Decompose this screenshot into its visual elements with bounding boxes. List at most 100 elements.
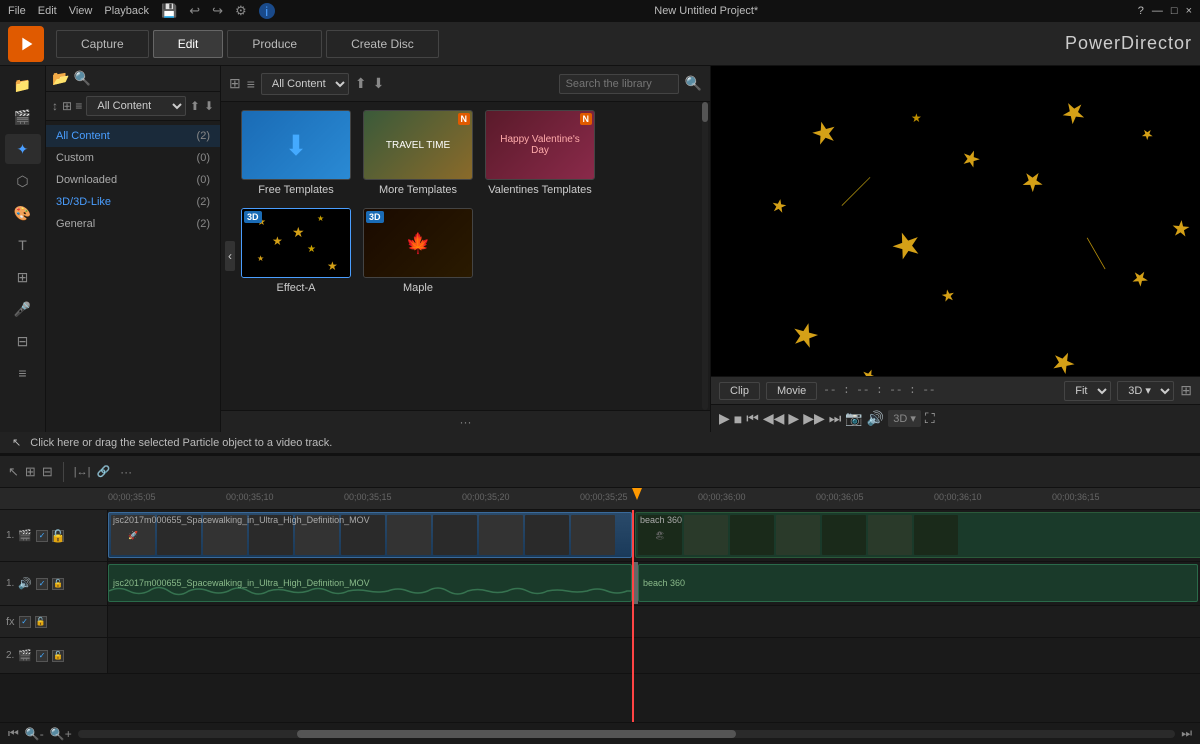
tl-ripple-btn[interactable]: ⊞ (25, 464, 36, 480)
play2-btn[interactable]: ▶ (788, 410, 799, 427)
cat-3d[interactable]: 3D/3D-Like (2) (46, 191, 220, 213)
transport-controls: ▶ ■ ⏮ ◀◀ ▶ ▶▶ ⏭ 📷 🔊 3D ▾ ⛶ (711, 404, 1200, 432)
template-valentines[interactable]: Happy Valentine's Day N Valentines Templ… (485, 110, 595, 196)
fit-dropdown[interactable]: Fit (1064, 381, 1111, 401)
scroll-left-btn[interactable]: ‹ (225, 241, 235, 271)
media-import-icon[interactable]: 📂 (52, 70, 69, 87)
fx-icon[interactable]: ✦ (5, 134, 41, 164)
stop-btn[interactable]: ■ (734, 411, 742, 427)
subtitle-icon[interactable]: ≡ (5, 358, 41, 388)
help-btn[interactable]: ? (1138, 5, 1144, 17)
3d-dropdown[interactable]: 3D ▾ (1117, 381, 1174, 401)
ff-btn[interactable]: ▶▶ (803, 410, 825, 427)
vol-btn[interactable]: 🔊 (867, 410, 884, 427)
tl-snap-btn[interactable]: |↔| (74, 466, 91, 478)
text-icon[interactable]: T (5, 230, 41, 260)
vertical-scrollbar[interactable] (702, 102, 708, 410)
transport-3d[interactable]: 3D ▾ (888, 410, 921, 427)
minimize-btn[interactable]: — (1152, 5, 1163, 17)
tl-home-btn[interactable]: ⏮ (8, 726, 19, 741)
maximize-btn[interactable]: □ (1171, 5, 1178, 17)
tl-end-btn[interactable]: ⏭ (1181, 726, 1192, 741)
fx-visibility[interactable]: ✓ (19, 616, 31, 628)
template-effect-a[interactable]: ★ ★ ★ ★ ★ ★ ★ 3D Effect-A (241, 208, 351, 294)
track-1-visibility[interactable]: ✓ (36, 530, 48, 542)
tl-zoom-in-btn[interactable]: 🔍+ (50, 727, 72, 741)
media-search-icon[interactable]: 🔍 (73, 70, 90, 87)
cat-general[interactable]: General (2) (46, 213, 220, 235)
import-btn[interactable]: ⬆ (190, 99, 200, 113)
track-2-lock[interactable]: 🔓 (52, 650, 64, 662)
clip-mode-btn[interactable]: Clip (719, 382, 760, 400)
settings-icon[interactable]: ⚙ (235, 3, 247, 19)
video-clip-1[interactable]: 🚀 jsc2017m000655_Spacewalking_in_Ul (108, 512, 632, 558)
rewind-btn[interactable]: ◀◀ (763, 410, 785, 427)
create-disc-button[interactable]: Create Disc (326, 30, 439, 58)
media-icon[interactable]: 🎬 (5, 102, 41, 132)
movie-mode-btn[interactable]: Movie (766, 382, 817, 400)
menu-edit[interactable]: Edit (38, 5, 57, 17)
cat-downloaded[interactable]: Downloaded (0) (46, 169, 220, 191)
filter-icon[interactable]: 🎨 (5, 198, 41, 228)
save-icon[interactable]: 💾 (161, 3, 177, 19)
timeline-more[interactable]: ··· (120, 465, 132, 479)
close-btn[interactable]: × (1186, 5, 1192, 17)
redo-icon[interactable]: ↪ (212, 3, 223, 19)
timeline-scrollbar-thumb[interactable] (297, 730, 736, 738)
pip-icon[interactable]: ⊞ (5, 262, 41, 292)
template-maple[interactable]: 🍁 3D Maple (363, 208, 473, 294)
audio-clip-1[interactable]: jsc2017m000655_Spacewalking_in_Ultra_Hig… (108, 564, 632, 602)
cat-custom[interactable]: Custom (0) (46, 147, 220, 169)
snapshot-btn[interactable]: 📷 (845, 410, 862, 427)
menu-view[interactable]: View (69, 5, 93, 17)
tl-cursor-btn[interactable]: ↖ (8, 464, 19, 480)
export-btn[interactable]: ⬇ (204, 99, 214, 113)
export-icon[interactable]: ⬆ (355, 75, 367, 92)
audio-1-lock[interactable]: 🔓 (52, 578, 64, 590)
fx-lock[interactable]: 🔓 (35, 616, 47, 628)
transition-icon[interactable]: ⬡ (5, 166, 41, 196)
scroll-down-indicator[interactable]: ··· (460, 415, 472, 429)
next-frame-btn[interactable]: ⏭ (829, 410, 842, 427)
star-7: ★ (1125, 263, 1155, 294)
track-1-lock[interactable]: 🔓 (52, 530, 64, 542)
tl-zoom-out-btn[interactable]: 🔍- (25, 727, 44, 741)
list-view-icon[interactable]: ≡ (247, 76, 255, 92)
cat-all-content[interactable]: All Content (2) (46, 125, 220, 147)
produce-button[interactable]: Produce (227, 30, 322, 58)
content-filter[interactable]: All Content (86, 96, 185, 116)
menu-playback[interactable]: Playback (104, 5, 149, 17)
audio-1-visibility[interactable]: ✓ (36, 578, 48, 590)
preview-extra-icon[interactable]: ⊞ (1180, 382, 1192, 399)
menu-file[interactable]: File (8, 5, 26, 17)
audio-clip-2[interactable]: beach 360 (638, 564, 1198, 602)
search-input[interactable] (559, 74, 679, 94)
ruler-2: 00;00;35;15 (344, 492, 392, 502)
template-free[interactable]: ⬇ Free Templates (241, 110, 351, 196)
video-clip-2[interactable]: 🏖 beach 360 (635, 512, 1200, 558)
track-2-visibility[interactable]: ✓ (36, 650, 48, 662)
audio-icon[interactable]: 🎤 (5, 294, 41, 324)
timeline-scrollbar[interactable] (78, 730, 1175, 738)
filter-icons[interactable]: ⊞ ≡ (62, 99, 82, 113)
track-1-header: 1. 🎬 ✓ 🔓 (0, 510, 108, 561)
scrollbar-thumb[interactable] (702, 102, 708, 122)
prev-frame-btn[interactable]: ⏮ (746, 410, 759, 427)
sort-dropdown[interactable]: All Content (261, 73, 349, 95)
edit-button[interactable]: Edit (153, 30, 224, 58)
drag-hint-icon: ↖ (12, 437, 21, 449)
sort-icon[interactable]: ↕ (52, 99, 58, 113)
play-btn[interactable]: ▶ (719, 410, 730, 427)
template-more[interactable]: TRAVEL TIME N More Templates (363, 110, 473, 196)
search-btn[interactable]: 🔍 (685, 75, 702, 92)
tl-link-btn[interactable]: 🔗 (96, 465, 110, 478)
chapter-icon[interactable]: ⊟ (5, 326, 41, 356)
tl-zoom-btn[interactable]: ⊟ (42, 464, 53, 480)
capture-button[interactable]: Capture (56, 30, 149, 58)
info-icon[interactable]: i (259, 3, 275, 19)
import-icon2[interactable]: ⬇ (373, 75, 385, 92)
fullscreen-btn[interactable]: ⛶ (925, 410, 935, 427)
import-icon[interactable]: 📁 (5, 70, 41, 100)
undo-icon[interactable]: ↩ (189, 3, 200, 19)
grid-view-icon[interactable]: ⊞ (229, 75, 241, 92)
